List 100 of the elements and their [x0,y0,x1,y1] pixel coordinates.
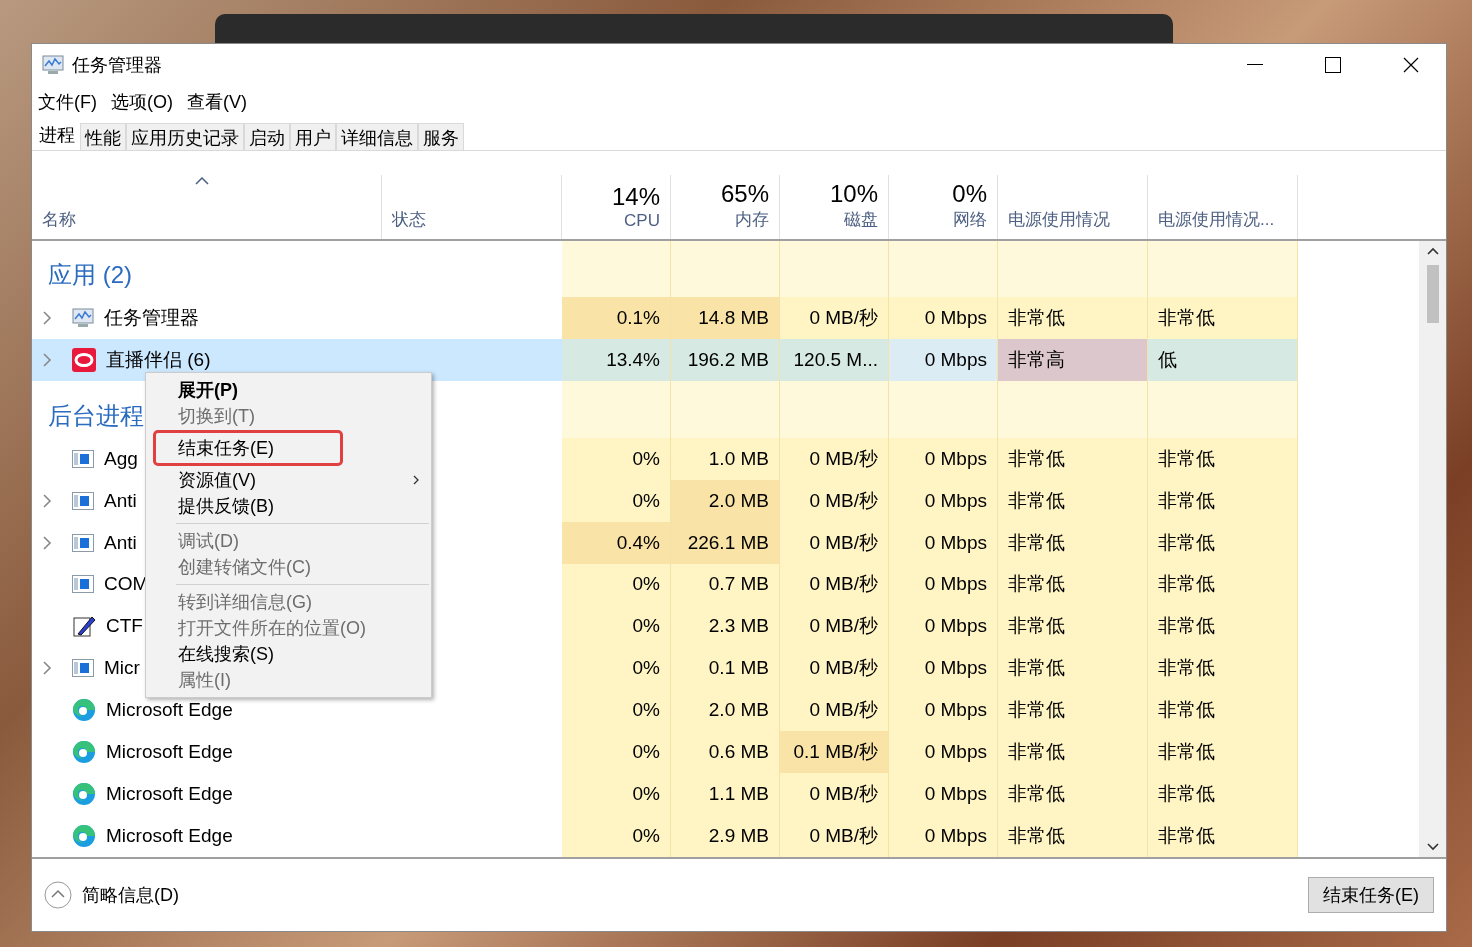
end-task-button[interactable]: 结束任务(E) [1308,877,1434,913]
table-cell: 0.4% [562,521,671,564]
sort-caret-icon [195,177,209,185]
table-cell: 非常低 [998,815,1148,857]
tab[interactable]: 应用历史记录 [126,123,244,150]
tab[interactable]: 详细信息 [336,123,418,150]
table-cell: 非常低 [1148,437,1298,480]
table-cell: 0 Mbps [889,731,998,774]
menu-item[interactable]: 选项(O) [111,90,173,114]
table-cell: 非常低 [1148,773,1298,816]
table-cell: 13.4% [562,338,671,381]
scrollbar[interactable] [1419,241,1446,857]
table-cell: 非常低 [1148,605,1298,648]
table-cell: 1.1 MB [671,773,780,816]
table-cell: 0 MB/秒 [780,815,889,857]
group-title: 应用 (2) [48,259,132,290]
process-name: 任务管理器 [104,305,199,330]
context-menu-item[interactable]: 结束任务(E) [153,430,343,466]
table-cell: 非常低 [1148,479,1298,522]
tab[interactable]: 启动 [244,123,290,150]
table-cell: 0 Mbps [889,605,998,648]
task-manager-icon [42,55,64,75]
fewer-details-link[interactable]: 简略信息(D) [82,883,179,907]
window-icon [72,449,94,468]
table-cell: 0 MB/秒 [780,479,889,522]
table-cell: 0 MB/秒 [780,437,889,480]
window-icon [72,659,94,678]
table-cell: 非常低 [1148,296,1298,339]
table-cell: 0.1% [562,296,671,339]
table-cell: 0 Mbps [889,437,998,480]
collapse-circle-icon[interactable] [44,881,72,909]
tab[interactable]: 性能 [80,123,126,150]
scroll-down-icon[interactable] [1426,843,1439,851]
table-cell: 14.8 MB [671,296,780,339]
table-cell: 0 MB/秒 [780,689,889,732]
process-name: Microsoft Edge [106,783,233,806]
column-header[interactable]: 电源使用情况... [1148,175,1298,239]
table-cell: 2.0 MB [671,479,780,522]
tab[interactable]: 服务 [418,123,464,150]
chevron-right-icon[interactable] [42,493,52,508]
tab[interactable]: 用户 [290,123,336,150]
column-percent: 65% [720,180,769,208]
table-cell: 非常低 [1148,521,1298,564]
table-cell: 0 MB/秒 [780,521,889,564]
column-label: 磁盘 [844,209,878,231]
table-cell: 0 Mbps [889,815,998,857]
group-title: 后台进程 [48,400,144,431]
window-icon [72,533,94,552]
column-label: 电源使用情况 [1008,209,1110,231]
table-cell: 0.6 MB [671,731,780,774]
context-menu-item[interactable]: 资源值(V) [146,467,431,493]
table-cell: 非常低 [998,647,1148,690]
table-cell: 0% [562,773,671,816]
table-cell: 非常低 [998,731,1148,774]
table-cell: 非常低 [998,563,1148,606]
table-cell: 0 Mbps [889,773,998,816]
chevron-right-icon[interactable] [42,661,52,676]
table-cell: 2.3 MB [671,605,780,648]
column-header[interactable]: 名称 [32,175,382,239]
context-menu-item[interactable]: 提供反馈(B) [146,493,431,519]
process-name: Micr [104,657,140,680]
table-cell: 0% [562,647,671,690]
column-header[interactable]: 电源使用情况 [998,175,1148,239]
column-label: CPU [624,211,660,231]
table-cell: 非常低 [1148,815,1298,857]
window-icon [72,575,94,594]
process-name: Microsoft Edge [106,699,233,722]
column-percent: 10% [829,180,878,208]
process-name: Anti [104,489,137,512]
column-header[interactable]: 0% 网络 [889,175,998,239]
edge-icon [72,698,96,723]
process-name: Microsoft Edge [106,741,233,764]
column-label: 网络 [953,209,987,231]
chevron-right-icon[interactable] [42,535,52,550]
process-name: Agg [104,447,138,470]
table-cell: 0% [562,563,671,606]
menu-item[interactable]: 文件(F) [38,90,97,114]
window-title: 任务管理器 [72,54,163,77]
column-header[interactable]: 65% 内存 [671,175,780,239]
table-cell: 低 [1148,338,1298,381]
table-cell: 120.5 M... [780,338,889,381]
column-header[interactable]: 10% 磁盘 [780,175,889,239]
process-name: 直播伴侣 (6) [106,347,211,372]
context-menu-item[interactable]: 在线搜索(S) [146,641,431,667]
table-cell: 0 MB/秒 [780,563,889,606]
table-cell: 非常低 [998,689,1148,732]
column-header[interactable]: 14% CPU [562,175,671,239]
menu-item[interactable]: 查看(V) [187,90,247,114]
table-cell: 非常低 [1148,647,1298,690]
table-cell: 0 Mbps [889,647,998,690]
chevron-right-icon[interactable] [42,310,52,325]
chevron-right-icon[interactable] [42,352,52,367]
table-cell: 非常低 [998,479,1148,522]
scroll-up-icon[interactable] [1426,247,1439,255]
column-percent: 0% [952,180,987,208]
close-icon [1403,57,1419,73]
scroll-thumb[interactable] [1426,265,1439,323]
table-cell: 0% [562,479,671,522]
column-header[interactable]: 状态 [382,175,562,239]
table-cell: 2.9 MB [671,815,780,857]
